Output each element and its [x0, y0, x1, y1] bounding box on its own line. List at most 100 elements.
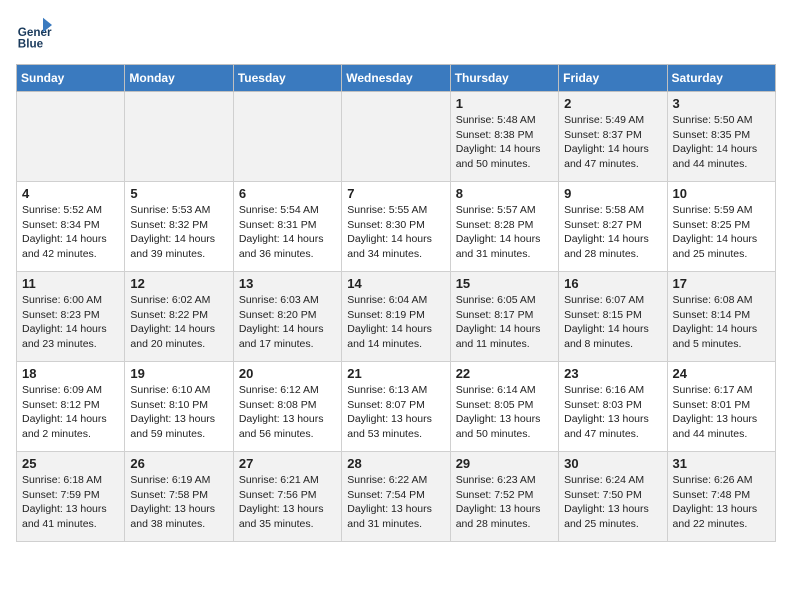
day-number: 15	[456, 276, 553, 291]
cell-info: Sunrise: 5:52 AMSunset: 8:34 PMDaylight:…	[22, 203, 119, 262]
day-number: 30	[564, 456, 661, 471]
week-row-3: 18 Sunrise: 6:09 AMSunset: 8:12 PMDayligh…	[17, 362, 776, 452]
day-number: 5	[130, 186, 227, 201]
cell-info: Sunrise: 6:07 AMSunset: 8:15 PMDaylight:…	[564, 293, 661, 352]
cell-info: Sunrise: 6:08 AMSunset: 8:14 PMDaylight:…	[673, 293, 770, 352]
calendar-cell: 13Sunrise: 6:03 AMSunset: 8:20 PMDayligh…	[233, 272, 341, 362]
calendar-cell: 14 Sunrise: 6:04 AMSunset: 8:19 PMDayligh…	[342, 272, 450, 362]
day-number: 18	[22, 366, 119, 381]
calendar-cell	[17, 92, 125, 182]
cell-info: Sunrise: 6:14 AMSunset: 8:05 PMDaylight:…	[456, 383, 553, 442]
day-header-friday: Friday	[559, 65, 667, 92]
cell-info: Sunrise: 6:16 AMSunset: 8:03 PMDaylight:…	[564, 383, 661, 442]
day-number: 8	[456, 186, 553, 201]
cell-info: Sunrise: 6:04 AMSunset: 8:19 PMDaylight:…	[347, 293, 444, 352]
calendar-cell: 16 Sunrise: 6:07 AMSunset: 8:15 PMDayligh…	[559, 272, 667, 362]
cell-info: Sunrise: 5:48 AMSunset: 8:38 PMDaylight:…	[456, 113, 553, 172]
day-number: 3	[673, 96, 770, 111]
logo: General Blue	[16, 16, 56, 52]
cell-info: Sunrise: 5:50 AMSunset: 8:35 PMDaylight:…	[673, 113, 770, 172]
day-header-wednesday: Wednesday	[342, 65, 450, 92]
cell-info: Sunrise: 6:17 AMSunset: 8:01 PMDaylight:…	[673, 383, 770, 442]
day-header-thursday: Thursday	[450, 65, 558, 92]
day-header-sunday: Sunday	[17, 65, 125, 92]
logo-icon: General Blue	[16, 16, 52, 52]
calendar-cell: 10Sunrise: 5:59 AMSunset: 8:25 PMDayligh…	[667, 182, 775, 272]
calendar-cell: 31Sunrise: 6:26 AMSunset: 7:48 PMDayligh…	[667, 452, 775, 542]
calendar-cell: 5Sunrise: 5:53 AMSunset: 8:32 PMDaylight…	[125, 182, 233, 272]
day-number: 11	[22, 276, 119, 291]
day-number: 17	[673, 276, 770, 291]
cell-info: Sunrise: 6:18 AMSunset: 7:59 PMDaylight:…	[22, 473, 119, 532]
cell-info: Sunrise: 6:09 AMSunset: 8:12 PMDaylight:…	[22, 383, 119, 442]
day-number: 14	[347, 276, 444, 291]
week-row-4: 25 Sunrise: 6:18 AMSunset: 7:59 PMDayligh…	[17, 452, 776, 542]
cell-info: Sunrise: 6:13 AMSunset: 8:07 PMDaylight:…	[347, 383, 444, 442]
day-number: 2	[564, 96, 661, 111]
cell-info: Sunrise: 6:00 AMSunset: 8:23 PMDaylight:…	[22, 293, 119, 352]
calendar-cell: 8Sunrise: 5:57 AMSunset: 8:28 PMDaylight…	[450, 182, 558, 272]
calendar-cell: 15 Sunrise: 6:05 AMSunset: 8:17 PMDayligh…	[450, 272, 558, 362]
day-number: 31	[673, 456, 770, 471]
svg-text:Blue: Blue	[18, 38, 44, 51]
day-number: 9	[564, 186, 661, 201]
calendar-cell: 28Sunrise: 6:22 AMSunset: 7:54 PMDayligh…	[342, 452, 450, 542]
cell-info: Sunrise: 6:23 AMSunset: 7:52 PMDaylight:…	[456, 473, 553, 532]
calendar-cell	[233, 92, 341, 182]
day-number: 10	[673, 186, 770, 201]
cell-info: Sunrise: 5:49 AMSunset: 8:37 PMDaylight:…	[564, 113, 661, 172]
day-number: 6	[239, 186, 336, 201]
calendar-cell: 19 Sunrise: 6:10 AMSunset: 8:10 PMDayligh…	[125, 362, 233, 452]
calendar-cell	[342, 92, 450, 182]
day-number: 26	[130, 456, 227, 471]
calendar-cell: 12 Sunrise: 6:02 AMSunset: 8:22 PMDayligh…	[125, 272, 233, 362]
day-number: 4	[22, 186, 119, 201]
calendar-cell: 30 Sunrise: 6:24 AMSunset: 7:50 PMDayligh…	[559, 452, 667, 542]
calendar-cell: 1 Sunrise: 5:48 AMSunset: 8:38 PMDaylight…	[450, 92, 558, 182]
day-header-monday: Monday	[125, 65, 233, 92]
cell-info: Sunrise: 6:24 AMSunset: 7:50 PMDaylight:…	[564, 473, 661, 532]
cell-info: Sunrise: 5:54 AMSunset: 8:31 PMDaylight:…	[239, 203, 336, 262]
day-number: 28	[347, 456, 444, 471]
header: General Blue	[16, 16, 776, 52]
cell-info: Sunrise: 6:19 AMSunset: 7:58 PMDaylight:…	[130, 473, 227, 532]
calendar-cell: 11 Sunrise: 6:00 AMSunset: 8:23 PMDayligh…	[17, 272, 125, 362]
day-number: 19	[130, 366, 227, 381]
cell-info: Sunrise: 6:05 AMSunset: 8:17 PMDaylight:…	[456, 293, 553, 352]
day-number: 21	[347, 366, 444, 381]
cell-info: Sunrise: 6:10 AMSunset: 8:10 PMDaylight:…	[130, 383, 227, 442]
calendar-header-row: SundayMondayTuesdayWednesdayThursdayFrid…	[17, 65, 776, 92]
week-row-2: 11 Sunrise: 6:00 AMSunset: 8:23 PMDayligh…	[17, 272, 776, 362]
day-header-tuesday: Tuesday	[233, 65, 341, 92]
calendar-cell: 21 Sunrise: 6:13 AMSunset: 8:07 PMDayligh…	[342, 362, 450, 452]
day-number: 1	[456, 96, 553, 111]
calendar-cell: 25 Sunrise: 6:18 AMSunset: 7:59 PMDayligh…	[17, 452, 125, 542]
day-number: 29	[456, 456, 553, 471]
day-number: 12	[130, 276, 227, 291]
calendar-cell: 17 Sunrise: 6:08 AMSunset: 8:14 PMDayligh…	[667, 272, 775, 362]
calendar-cell: 26 Sunrise: 6:19 AMSunset: 7:58 PMDayligh…	[125, 452, 233, 542]
day-number: 20	[239, 366, 336, 381]
day-number: 16	[564, 276, 661, 291]
cell-info: Sunrise: 6:02 AMSunset: 8:22 PMDaylight:…	[130, 293, 227, 352]
calendar-cell: 18 Sunrise: 6:09 AMSunset: 8:12 PMDayligh…	[17, 362, 125, 452]
calendar-table: SundayMondayTuesdayWednesdayThursdayFrid…	[16, 64, 776, 542]
cell-info: Sunrise: 5:55 AMSunset: 8:30 PMDaylight:…	[347, 203, 444, 262]
day-header-saturday: Saturday	[667, 65, 775, 92]
cell-info: Sunrise: 5:58 AMSunset: 8:27 PMDaylight:…	[564, 203, 661, 262]
cell-info: Sunrise: 6:12 AMSunset: 8:08 PMDaylight:…	[239, 383, 336, 442]
calendar-cell: 27Sunrise: 6:21 AMSunset: 7:56 PMDayligh…	[233, 452, 341, 542]
calendar-cell: 24 Sunrise: 6:17 AMSunset: 8:01 PMDayligh…	[667, 362, 775, 452]
week-row-1: 4 Sunrise: 5:52 AMSunset: 8:34 PMDaylight…	[17, 182, 776, 272]
day-number: 23	[564, 366, 661, 381]
calendar-cell: 22 Sunrise: 6:14 AMSunset: 8:05 PMDayligh…	[450, 362, 558, 452]
day-number: 27	[239, 456, 336, 471]
calendar-cell: 3 Sunrise: 5:50 AMSunset: 8:35 PMDaylight…	[667, 92, 775, 182]
day-number: 25	[22, 456, 119, 471]
calendar-cell: 9 Sunrise: 5:58 AMSunset: 8:27 PMDaylight…	[559, 182, 667, 272]
calendar-cell: 7Sunrise: 5:55 AMSunset: 8:30 PMDaylight…	[342, 182, 450, 272]
day-number: 24	[673, 366, 770, 381]
calendar-cell: 4 Sunrise: 5:52 AMSunset: 8:34 PMDaylight…	[17, 182, 125, 272]
day-number: 22	[456, 366, 553, 381]
week-row-0: 1 Sunrise: 5:48 AMSunset: 8:38 PMDaylight…	[17, 92, 776, 182]
